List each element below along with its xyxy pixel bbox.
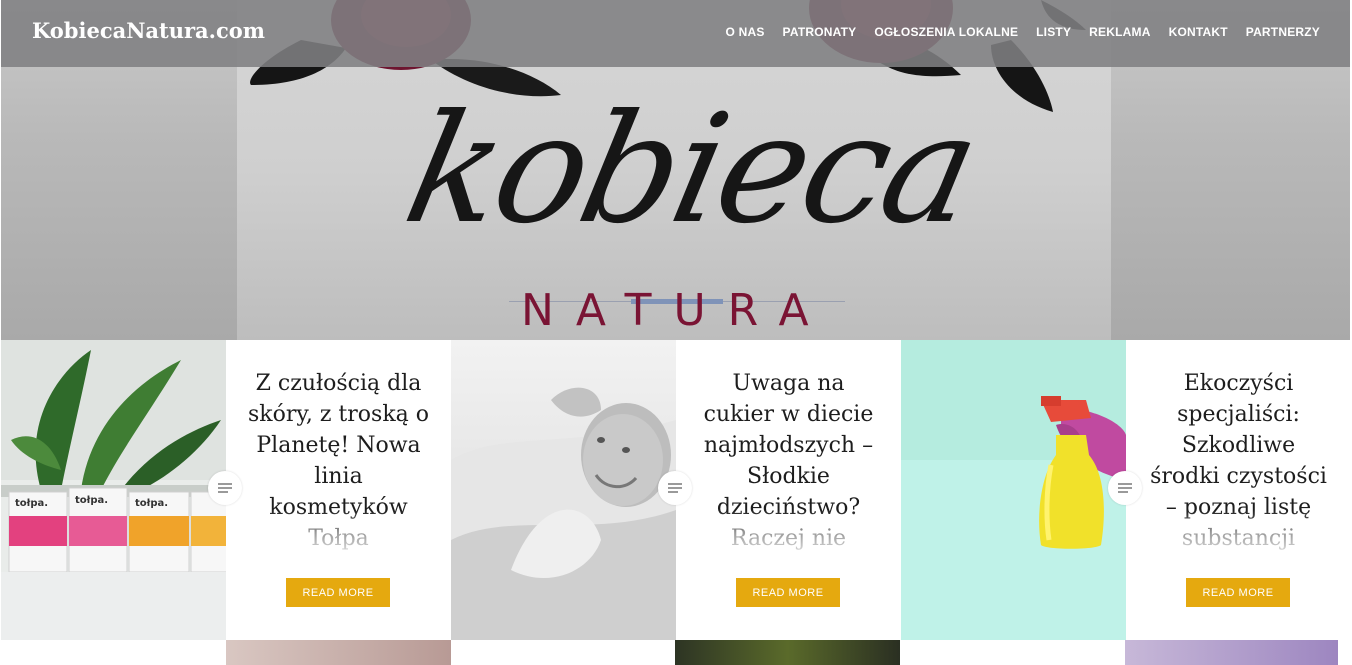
post-format-icon [658, 471, 692, 505]
text-lines-icon [218, 483, 232, 493]
main-navigation: O NAS PATRONATY OGŁOSZENIA LOKALNE LISTY… [726, 25, 1320, 39]
nav-item-ogloszenia-lokalne[interactable]: OGŁOSZENIA LOKALNE [874, 25, 1018, 39]
next-post-thumbnail[interactable] [1125, 640, 1338, 665]
nav-item-o-nas[interactable]: O NAS [726, 25, 765, 39]
next-post-thumbnail[interactable] [675, 640, 900, 665]
brand-label-2: tołpa. [75, 495, 108, 506]
post-thumbnail-spray[interactable] [901, 340, 1126, 640]
nav-item-patronaty[interactable]: PATRONATY [783, 25, 857, 39]
nav-item-partnerzy[interactable]: PARTNERZY [1246, 25, 1320, 39]
text-lines-icon [668, 483, 682, 493]
post-title[interactable]: Ekoczyści specjaliści: Szkodliwe środki … [1144, 368, 1333, 566]
brand-label-1: tołpa. [15, 498, 48, 509]
site-header: KobiecaNatura.com O NAS PATRONATY OGŁOSZ… [1, 0, 1350, 67]
nav-item-listy[interactable]: LISTY [1036, 25, 1071, 39]
logo-natura-text: NATURA [521, 285, 831, 336]
post-card: Uwaga na cukier w diecie najmłodszych – … [676, 340, 901, 640]
post-title[interactable]: Z czułością dla skóry, z troską o Planet… [244, 368, 433, 566]
posts-grid: tołpa. tołpa. tołpa. Z czułością dla skó… [1, 340, 1351, 640]
logo-script-text: kobieca [392, 83, 990, 257]
post-card: Ekoczyści specjaliści: Szkodliwe środki … [1126, 340, 1351, 640]
post-format-icon [1108, 471, 1142, 505]
post-thumbnail-cosmetics[interactable]: tołpa. tołpa. tołpa. [1, 340, 226, 640]
post-title[interactable]: Uwaga na cukier w diecie najmłodszych – … [694, 368, 883, 566]
text-lines-icon [1118, 483, 1132, 493]
brand-label-3: tołpa. [135, 498, 168, 509]
read-more-button[interactable]: READ MORE [286, 578, 390, 607]
read-more-button[interactable]: READ MORE [1186, 578, 1290, 607]
next-post-thumbnail[interactable] [226, 640, 451, 665]
site-title-link[interactable]: KobiecaNatura.com [32, 18, 265, 43]
post-format-icon [208, 471, 242, 505]
read-more-button[interactable]: READ MORE [736, 578, 840, 607]
nav-item-reklama[interactable]: REKLAMA [1089, 25, 1150, 39]
post-card: Z czułością dla skóry, z troską o Planet… [226, 340, 451, 640]
nav-item-kontakt[interactable]: KONTAKT [1169, 25, 1228, 39]
post-thumbnail-baby[interactable] [451, 340, 676, 640]
